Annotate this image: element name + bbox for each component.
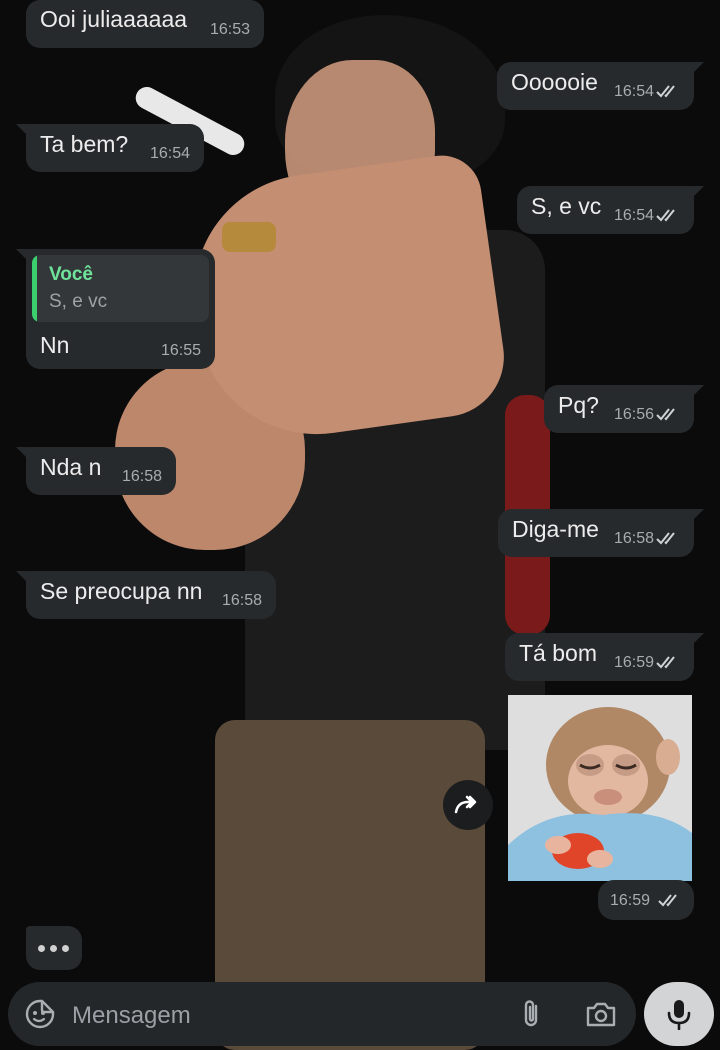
message-text: Ooi juliaaaaaa bbox=[40, 6, 188, 32]
message-time: 16:54 bbox=[613, 83, 654, 100]
camera-icon[interactable] bbox=[584, 998, 618, 1030]
message-time: 16:55 bbox=[160, 342, 201, 359]
read-ticks-icon bbox=[656, 209, 675, 222]
message-text: Tá bom bbox=[519, 640, 597, 666]
read-ticks-icon bbox=[656, 85, 675, 98]
message-bubble-outgoing[interactable]: Tá bom 16:59 bbox=[505, 633, 704, 681]
message-text: Ta bem? bbox=[40, 131, 129, 157]
quoted-author: Você bbox=[49, 264, 94, 285]
sticker-emoji-icon[interactable] bbox=[24, 998, 56, 1030]
read-ticks-icon bbox=[656, 656, 675, 669]
message-text: Nn bbox=[40, 332, 70, 358]
message-bubble-incoming[interactable]: Ta bem? 16:54 bbox=[16, 124, 204, 172]
microphone-icon bbox=[667, 1000, 691, 1030]
message-text: Oooooie bbox=[511, 69, 598, 95]
message-bubble-outgoing[interactable]: Oooooie 16:54 bbox=[497, 62, 704, 110]
message-bubble-incoming[interactable]: Se preocupa nn 16:58 bbox=[16, 571, 276, 619]
read-ticks-icon bbox=[658, 894, 677, 907]
message-time: 16:54 bbox=[613, 207, 654, 224]
message-time: 16:56 bbox=[613, 406, 654, 423]
message-time: 16:58 bbox=[121, 468, 162, 485]
quoted-text: S, e vc bbox=[49, 291, 108, 312]
forward-icon bbox=[454, 795, 477, 814]
read-ticks-icon bbox=[656, 532, 675, 545]
message-text: Se preocupa nn bbox=[40, 578, 203, 604]
forward-button[interactable] bbox=[443, 780, 493, 830]
typing-indicator bbox=[26, 926, 82, 970]
voice-record-button[interactable] bbox=[644, 982, 714, 1046]
message-bubble-outgoing[interactable]: Pq? 16:56 bbox=[544, 385, 704, 433]
message-text: Diga-me bbox=[512, 516, 599, 542]
message-composer[interactable]: Mensagem bbox=[8, 982, 636, 1046]
message-time: 16:54 bbox=[149, 145, 190, 162]
message-time: 16:58 bbox=[613, 530, 654, 547]
message-bubble-incoming[interactable]: Nda n 16:58 bbox=[16, 447, 176, 495]
quoted-message[interactable]: Você S, e vc bbox=[32, 255, 209, 322]
message-text: Pq? bbox=[558, 392, 599, 418]
read-ticks-icon bbox=[656, 408, 675, 421]
message-text: S, e vc bbox=[531, 193, 602, 219]
message-text: Nda n bbox=[40, 454, 102, 480]
message-input[interactable]: Mensagem bbox=[72, 1002, 191, 1030]
message-time: 16:59 bbox=[610, 892, 651, 909]
message-time: 16:58 bbox=[221, 592, 262, 609]
monkey-sticker[interactable] bbox=[508, 695, 692, 881]
monkey-sticker-image bbox=[508, 695, 692, 881]
message-bubble-outgoing[interactable]: Diga-me 16:58 bbox=[498, 509, 704, 557]
attach-icon[interactable] bbox=[516, 998, 548, 1030]
message-bubble-incoming[interactable]: Ooi juliaaaaaa 16:53 bbox=[26, 0, 264, 48]
message-bubble-incoming[interactable]: Você S, e vc Nn 16:55 bbox=[16, 249, 215, 369]
sticker-time-bubble: 16:59 bbox=[598, 880, 694, 920]
message-time: 16:53 bbox=[209, 21, 250, 38]
message-bubble-outgoing[interactable]: S, e vc 16:54 bbox=[517, 186, 704, 234]
message-time: 16:59 bbox=[613, 654, 654, 671]
